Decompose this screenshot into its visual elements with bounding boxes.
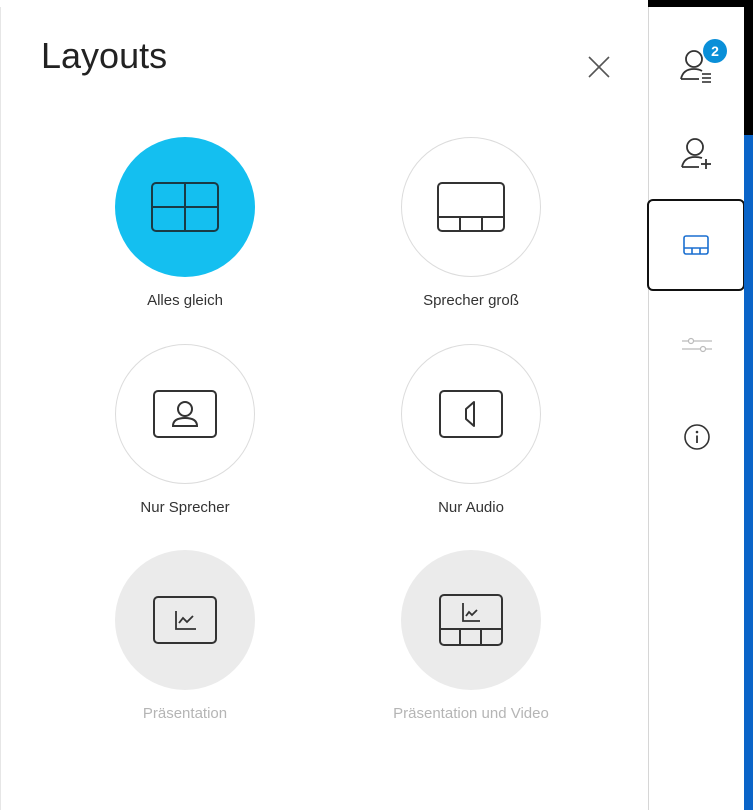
close-icon — [588, 56, 610, 78]
layout-option-label: Präsentation — [142, 705, 228, 722]
top-strip — [0, 0, 753, 7]
layout-option-circle — [401, 550, 541, 690]
layout-option-label: Präsentation und Video — [393, 705, 549, 722]
participants-list-button[interactable]: 2 — [649, 19, 745, 111]
layout-button[interactable] — [647, 199, 745, 291]
speaker-large-layout-icon — [437, 182, 505, 232]
layout-option-nur-sprecher[interactable]: Nur Sprecher — [55, 344, 315, 544]
presentation-video-layout-icon — [439, 594, 503, 646]
layout-icon — [683, 235, 709, 255]
add-participant-icon — [681, 138, 711, 169]
layout-option-praesentation-und-video[interactable]: Präsentation und Video — [341, 550, 601, 750]
add-participant-button[interactable] — [649, 107, 745, 199]
layout-option-label: Nur Audio — [438, 499, 504, 516]
participants-count-badge: 2 — [703, 39, 727, 63]
layout-option-label: Sprecher groß — [423, 292, 519, 309]
layout-option-praesentation[interactable]: Präsentation — [55, 550, 315, 750]
layout-option-label: Nur Sprecher — [140, 499, 230, 516]
right-rail: 2 — [647, 7, 745, 810]
layout-option-circle — [115, 344, 255, 484]
window-edge-dark — [744, 7, 753, 135]
settings-button[interactable] — [649, 299, 745, 391]
layout-option-circle — [401, 344, 541, 484]
grid-layout-icon — [151, 182, 219, 232]
layout-option-alles-gleich[interactable]: Alles gleich — [55, 137, 315, 337]
layout-option-nur-audio[interactable]: Nur Audio — [341, 344, 601, 544]
top-strip-dark — [648, 0, 753, 7]
layout-option-sprecher-gross[interactable]: Sprecher groß — [341, 137, 601, 337]
speaker-only-layout-icon — [153, 390, 217, 438]
presentation-layout-icon — [153, 596, 217, 644]
layout-option-circle — [115, 550, 255, 690]
panel-title: Layouts — [41, 35, 168, 76]
layout-option-circle — [115, 137, 255, 277]
window-edge-blue — [744, 135, 753, 810]
layout-option-label: Alles gleich — [147, 292, 223, 309]
settings-sliders-icon — [682, 337, 712, 353]
audio-only-layout-icon — [439, 390, 503, 438]
info-icon — [684, 424, 710, 450]
close-button[interactable] — [579, 47, 619, 87]
layouts-panel: Layouts Alles gleich Sprecher groß Nur S… — [0, 7, 649, 810]
info-button[interactable] — [649, 391, 745, 483]
layout-option-circle — [401, 137, 541, 277]
